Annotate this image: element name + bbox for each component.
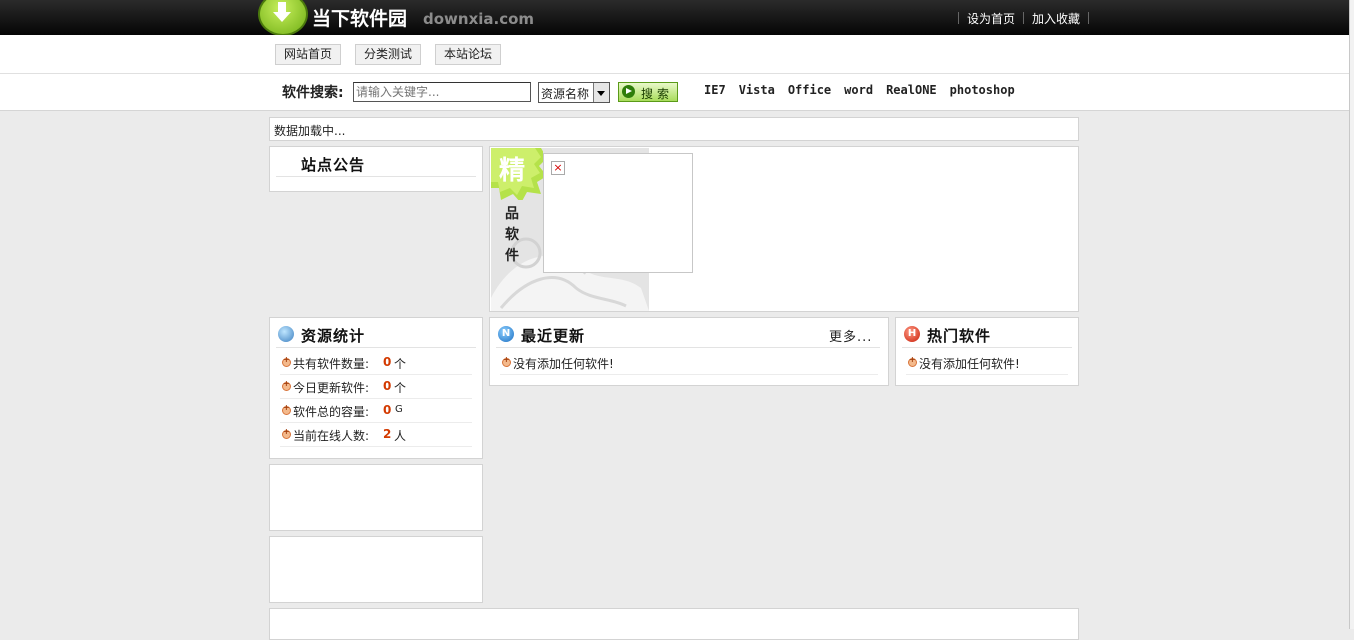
nav-category-test[interactable]: 分类测试	[355, 44, 422, 65]
list-item: 没有添加任何软件!	[500, 351, 878, 375]
nav-home[interactable]: 网站首页	[275, 44, 342, 65]
site-logo-text[interactable]: 当下软件园	[312, 4, 407, 31]
featured-label-char: 件	[505, 248, 519, 264]
plus-bullet-icon	[502, 355, 511, 367]
bottom-panel	[269, 608, 1079, 640]
jing-badge-text: 精	[499, 156, 526, 186]
announcement-panel: 站点公告	[269, 146, 483, 192]
loading-text: 数据加载中...	[274, 124, 346, 138]
hot-software-panel: H 热门软件 没有添加任何软件!	[895, 317, 1079, 386]
stat-row: 今日更新软件: 0 个	[280, 375, 472, 399]
plus-bullet-icon	[282, 427, 291, 439]
hot-empty-text: 没有添加任何软件!	[919, 357, 1020, 371]
search-button-label: 搜索	[641, 87, 674, 101]
stat-value: 0	[383, 379, 392, 393]
stat-value: 0	[383, 403, 392, 417]
stats-title: 资源统计	[301, 327, 366, 345]
resource-stats-panel: 资源统计 共有软件数量: 0 个 今日更新软件: 0 个 软件总的容量: 0 G…	[269, 317, 483, 459]
featured-vertical-label: 品 软 件	[505, 204, 525, 267]
hot-keyword-link[interactable]: RealONE	[886, 83, 937, 97]
stat-unit: 个	[394, 381, 407, 395]
plus-bullet-icon	[282, 355, 291, 367]
latest-updates-panel: N 最近更新 更多... 没有添加任何软件!	[489, 317, 889, 386]
stat-unit: 人	[394, 429, 407, 443]
featured-label-char: 软	[505, 227, 519, 243]
announcement-title: 站点公告	[301, 156, 366, 174]
divider	[276, 176, 476, 177]
nav-forum[interactable]: 本站论坛	[435, 44, 502, 65]
stat-label: 共有软件数量:	[293, 357, 370, 371]
globe-icon	[278, 326, 294, 342]
search-label: 软件搜索:	[282, 85, 344, 101]
stat-label: 今日更新软件:	[293, 381, 370, 395]
separator	[1088, 12, 1090, 24]
hot-title: 热门软件	[927, 327, 992, 345]
featured-software-panel: 精 品 软 件 ×	[489, 146, 1079, 312]
stat-unit: 个	[394, 357, 407, 371]
stat-value: 0	[383, 355, 392, 369]
stat-row: 当前在线人数: 2 人	[280, 423, 472, 447]
empty-box	[269, 464, 483, 531]
loading-bar: 数据加载中...	[269, 117, 1079, 141]
search-type-select[interactable]: 资源名称	[538, 82, 610, 103]
stat-unit: G	[395, 404, 403, 415]
featured-label-char: 品	[505, 206, 519, 222]
hot-keywords: IE7 Vista Office word RealONE photoshop	[704, 83, 1015, 97]
stat-row: 软件总的容量: 0 G	[280, 399, 472, 423]
plus-bullet-icon	[908, 355, 917, 367]
separator	[1023, 12, 1025, 24]
plus-bullet-icon	[282, 403, 291, 415]
divider	[276, 347, 476, 348]
top-links: 设为首页 加入收藏	[950, 10, 1097, 26]
broken-image-icon: ×	[551, 161, 565, 175]
chevron-down-icon[interactable]	[593, 83, 609, 102]
latest-title: 最近更新	[521, 327, 586, 345]
top-bar: 当下软件园 downxia.com 设为首页 加入收藏	[0, 0, 1349, 36]
plus-bullet-icon	[282, 379, 291, 391]
stat-label: 软件总的容量:	[293, 405, 370, 419]
arrow-right-icon	[622, 85, 635, 98]
search-button[interactable]: 搜索	[618, 82, 678, 102]
empty-box	[269, 536, 483, 603]
divider	[902, 347, 1072, 348]
hot-keyword-link[interactable]: Office	[788, 83, 831, 97]
stat-value: 2	[383, 427, 392, 441]
divider	[496, 347, 880, 348]
hot-badge-icon: H	[904, 326, 920, 342]
stat-row: 共有软件数量: 0 个	[280, 351, 472, 375]
set-homepage-link[interactable]: 设为首页	[967, 10, 1015, 27]
search-type-value: 资源名称	[541, 87, 590, 101]
site-domain-text: downxia.com	[423, 10, 535, 28]
separator	[958, 12, 959, 24]
hot-keyword-link[interactable]: Vista	[739, 83, 775, 97]
main-nav: 网站首页 分类测试 本站论坛	[0, 35, 1349, 74]
latest-empty-text: 没有添加任何软件!	[513, 357, 614, 371]
featured-image-frame[interactable]: ×	[543, 153, 693, 273]
search-input[interactable]	[353, 82, 531, 102]
window-edge-scrollbar[interactable]	[1349, 0, 1354, 629]
hot-keyword-link[interactable]: IE7	[704, 83, 726, 97]
hot-keyword-link[interactable]: photoshop	[950, 83, 1015, 97]
list-item: 没有添加任何软件!	[906, 351, 1068, 375]
search-bar: 软件搜索: 资源名称 搜索 IE7 Vista Office word Real…	[0, 74, 1349, 111]
hot-keyword-link[interactable]: word	[844, 83, 873, 97]
add-bookmark-link[interactable]: 加入收藏	[1032, 10, 1080, 27]
latest-more-link[interactable]: 更多...	[829, 326, 872, 345]
new-badge-icon: N	[498, 326, 514, 342]
stat-label: 当前在线人数:	[293, 429, 370, 443]
download-logo-icon[interactable]	[258, 0, 308, 36]
